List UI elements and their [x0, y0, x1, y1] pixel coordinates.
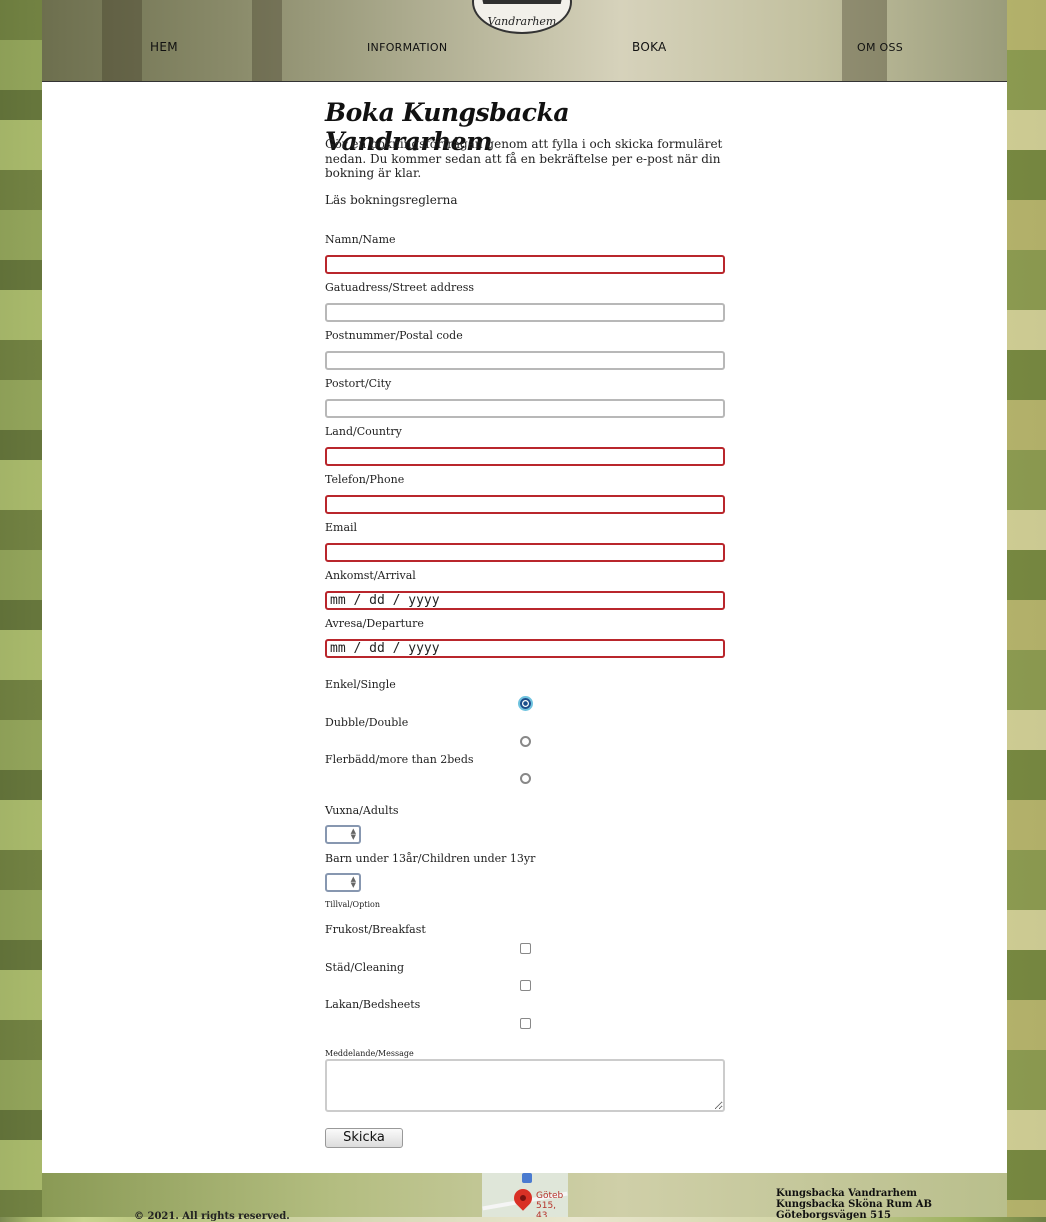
forest-background-right: [1007, 0, 1046, 1217]
spinner-icon[interactable]: ▲ ▼: [351, 876, 356, 889]
site-logo[interactable]: Vandrarhem: [472, 0, 572, 34]
breakfast-checkbox[interactable]: [520, 943, 531, 954]
cleaning-label: Städ/Cleaning: [325, 961, 404, 974]
site-header: HEM INFORMATION BOKA OM OSS Vandrarhem: [42, 0, 1007, 82]
street-input[interactable]: [325, 303, 725, 322]
city-label: Postort/City: [325, 377, 392, 390]
arrival-label: Ankomst/Arrival: [325, 569, 416, 582]
footer-address: Kungsbacka Vandrarhem Kungsbacka Sköna R…: [776, 1188, 932, 1221]
sheets-label: Lakan/Bedsheets: [325, 998, 421, 1011]
options-label: Tillval/Option: [325, 900, 380, 909]
name-input[interactable]: [325, 255, 725, 274]
room-single-radio[interactable]: [520, 698, 531, 709]
country-label: Land/Country: [325, 425, 402, 438]
postal-label: Postnummer/Postal code: [325, 329, 463, 342]
nav-link-boka[interactable]: BOKA: [632, 40, 667, 54]
children-label: Barn under 13år/Children under 13yr: [325, 852, 536, 865]
forest-background-left: [0, 0, 42, 1217]
spinner-icon[interactable]: ▲ ▼: [351, 828, 356, 841]
email-label: Email: [325, 521, 358, 534]
adults-number-input[interactable]: ▲ ▼: [325, 825, 361, 844]
sheets-checkbox[interactable]: [520, 1018, 531, 1029]
room-single-label: Enkel/Single: [325, 678, 396, 691]
postal-input[interactable]: [325, 351, 725, 370]
city-input[interactable]: [325, 399, 725, 418]
address-line-1: Kungsbacka Vandrarhem: [776, 1188, 917, 1199]
nav-link-hem[interactable]: HEM: [150, 40, 178, 54]
room-multi-radio[interactable]: [520, 773, 531, 784]
site-footer: © 2021. All rights reserved. Göteb 515, 4…: [42, 1173, 1007, 1222]
logo-text: Vandrarhem: [487, 15, 557, 28]
departure-label: Avresa/Departure: [325, 617, 424, 630]
phone-input[interactable]: [325, 495, 725, 514]
address-line-3: Göteborgsvägen 515: [776, 1210, 892, 1221]
main-content: Boka Kungsbacka Vandrarhem Gör en boknin…: [42, 82, 1007, 1173]
children-number-input[interactable]: ▲ ▼: [325, 873, 361, 892]
map-marker-icon: [522, 1173, 532, 1183]
booking-rules-link[interactable]: Läs bokningsreglerna: [325, 193, 458, 207]
message-label: Meddelande/Message: [325, 1049, 414, 1058]
map-label: Göteb 515, 43: [536, 1191, 564, 1217]
adults-label: Vuxna/Adults: [325, 804, 399, 817]
nav-link-information[interactable]: INFORMATION: [367, 41, 447, 54]
phone-label: Telefon/Phone: [325, 473, 405, 486]
name-label: Namn/Name: [325, 233, 396, 246]
room-double-label: Dubble/Double: [325, 716, 409, 729]
email-input[interactable]: [325, 543, 725, 562]
nav-link-om-oss[interactable]: OM OSS: [857, 41, 903, 54]
message-textarea[interactable]: [325, 1059, 725, 1112]
country-input[interactable]: [325, 447, 725, 466]
map-pin-icon[interactable]: [510, 1185, 536, 1211]
cleaning-checkbox[interactable]: [520, 980, 531, 991]
location-map[interactable]: Göteb 515, 43: [482, 1173, 568, 1217]
street-label: Gatuadress/Street address: [325, 281, 475, 294]
room-double-radio[interactable]: [520, 736, 531, 747]
breakfast-label: Frukost/Breakfast: [325, 923, 426, 936]
address-line-2: Kungsbacka Sköna Rum AB: [776, 1199, 932, 1210]
arrival-date-input[interactable]: mm / dd / yyyy: [325, 591, 725, 610]
intro-text: Gör en bokningsförfrågan genom att fylla…: [325, 137, 723, 181]
room-multi-label: Flerbädd/more than 2beds: [325, 753, 474, 766]
departure-date-input[interactable]: mm / dd / yyyy: [325, 639, 725, 658]
submit-button[interactable]: Skicka: [325, 1128, 403, 1148]
